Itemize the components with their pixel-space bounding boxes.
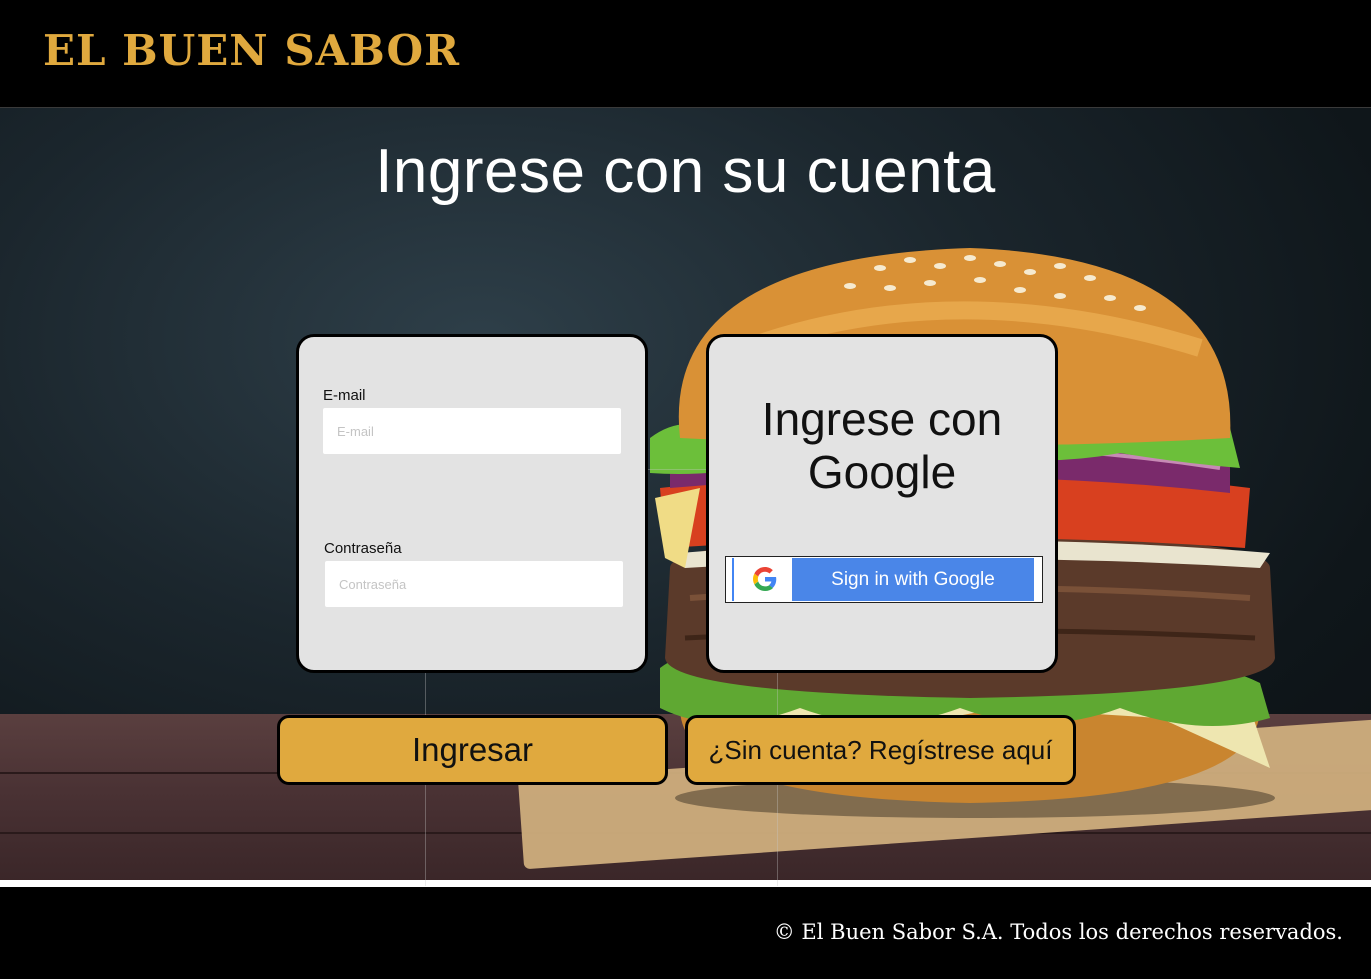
google-signin-button[interactable]: Sign in with Google (725, 556, 1043, 603)
password-label: Contraseña (324, 540, 402, 557)
email-label: E-mail (323, 387, 366, 404)
login-form-card: E-mail Contraseña (296, 334, 648, 673)
page-title: Ingrese con su cuenta (375, 137, 996, 206)
google-icon-box (732, 558, 792, 601)
google-g-icon (753, 567, 777, 591)
login-button[interactable]: Ingresar (277, 715, 668, 785)
google-login-card: Ingrese con Google Sign in with Google (706, 334, 1058, 673)
password-field[interactable] (325, 561, 623, 607)
site-header: EL BUEN SABOR (0, 0, 1371, 108)
divider-strip (0, 880, 1371, 887)
google-title-line2: Google (807, 446, 957, 498)
google-title-line1: Ingrese con (761, 393, 1003, 445)
google-panel-title: Ingrese con Google (709, 393, 1055, 499)
google-signin-label: Sign in with Google (831, 569, 995, 590)
site-footer: © El Buen Sabor S.A. Todos los derechos … (0, 887, 1371, 979)
google-label-box: Sign in with Google (792, 558, 1034, 601)
brand-logo[interactable]: EL BUEN SABOR (43, 26, 460, 75)
copyright-text: © El Buen Sabor S.A. Todos los derechos … (773, 920, 1343, 944)
register-link-button[interactable]: ¿Sin cuenta? Regístrese aquí (685, 715, 1076, 785)
email-field[interactable] (323, 408, 621, 454)
